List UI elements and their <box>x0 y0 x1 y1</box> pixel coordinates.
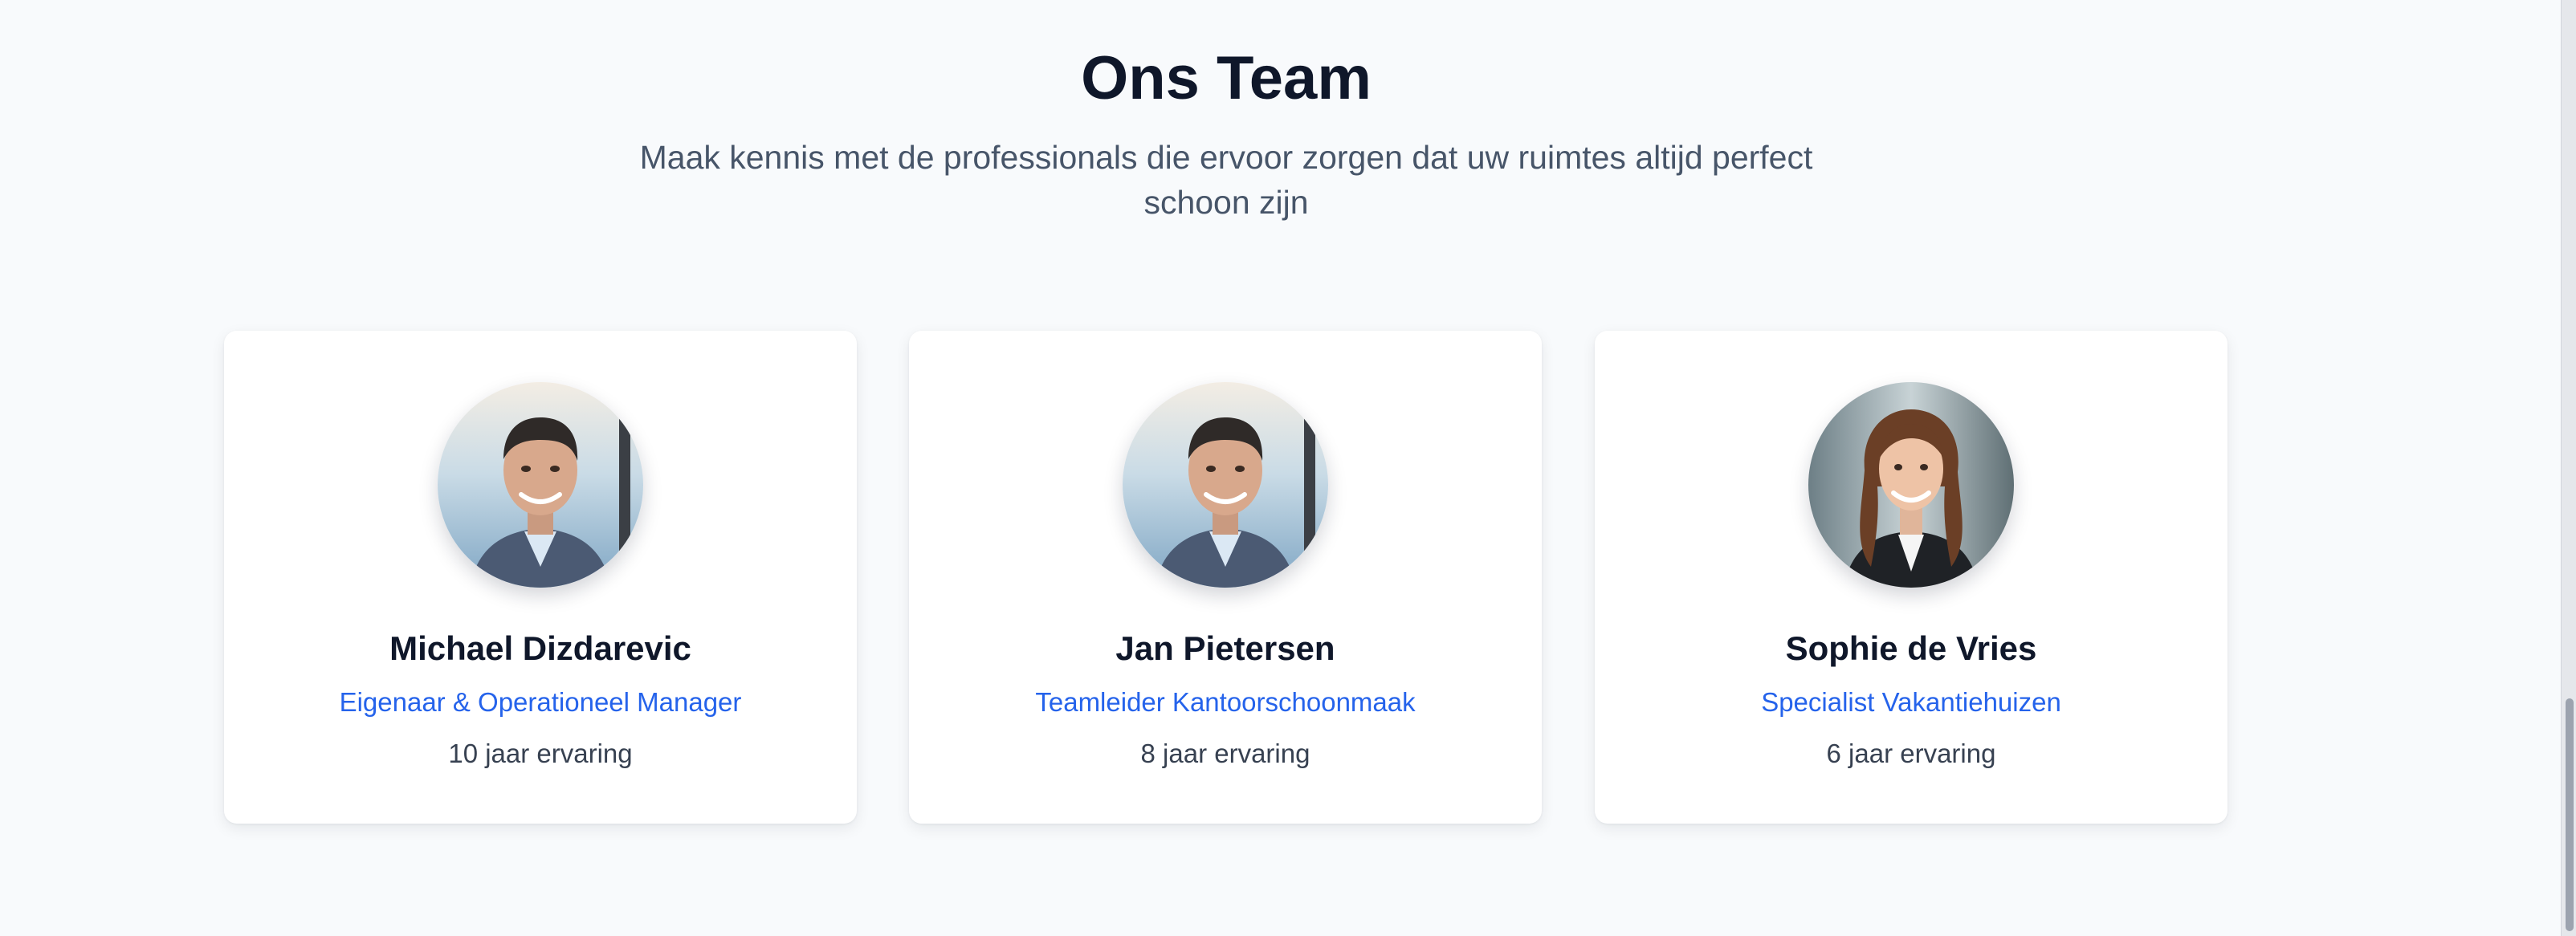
portrait-man-photo <box>438 382 643 588</box>
section-title: Ons Team <box>1081 44 1372 112</box>
page-scrollbar[interactable] <box>2561 0 2576 936</box>
scrollbar-thumb[interactable] <box>2566 698 2574 931</box>
member-name: Sophie de Vries <box>1785 629 2037 667</box>
portrait-woman-photo <box>1808 382 2014 588</box>
member-experience: 8 jaar ervaring <box>1140 739 1310 768</box>
section-subtitle: Maak kennis met de professionals die erv… <box>639 139 1813 221</box>
member-avatar <box>1808 382 2014 588</box>
team-member-card: Michael Dizdarevic Eigenaar & Operatione… <box>224 331 857 824</box>
member-experience: 10 jaar ervaring <box>448 739 633 768</box>
team-member-card: Sophie de Vries Specialist Vakantiehuize… <box>1595 331 2228 824</box>
member-avatar <box>1123 382 1328 588</box>
member-experience: 6 jaar ervaring <box>1826 739 1996 768</box>
member-role: Specialist Vakantiehuizen <box>1761 687 2061 717</box>
member-name: Michael Dizdarevic <box>389 629 691 667</box>
member-avatar <box>438 382 643 588</box>
portrait-man-photo <box>1123 382 1328 588</box>
member-name: Jan Pietersen <box>1115 629 1335 667</box>
team-member-card: Jan Pietersen Teamleider Kantoorschoonma… <box>909 331 1542 824</box>
team-section: Ons Team Maak kennis met de professional… <box>0 0 2562 936</box>
member-role: Eigenaar & Operationeel Manager <box>339 687 742 717</box>
member-role: Teamleider Kantoorschoonmaak <box>1035 687 1416 717</box>
